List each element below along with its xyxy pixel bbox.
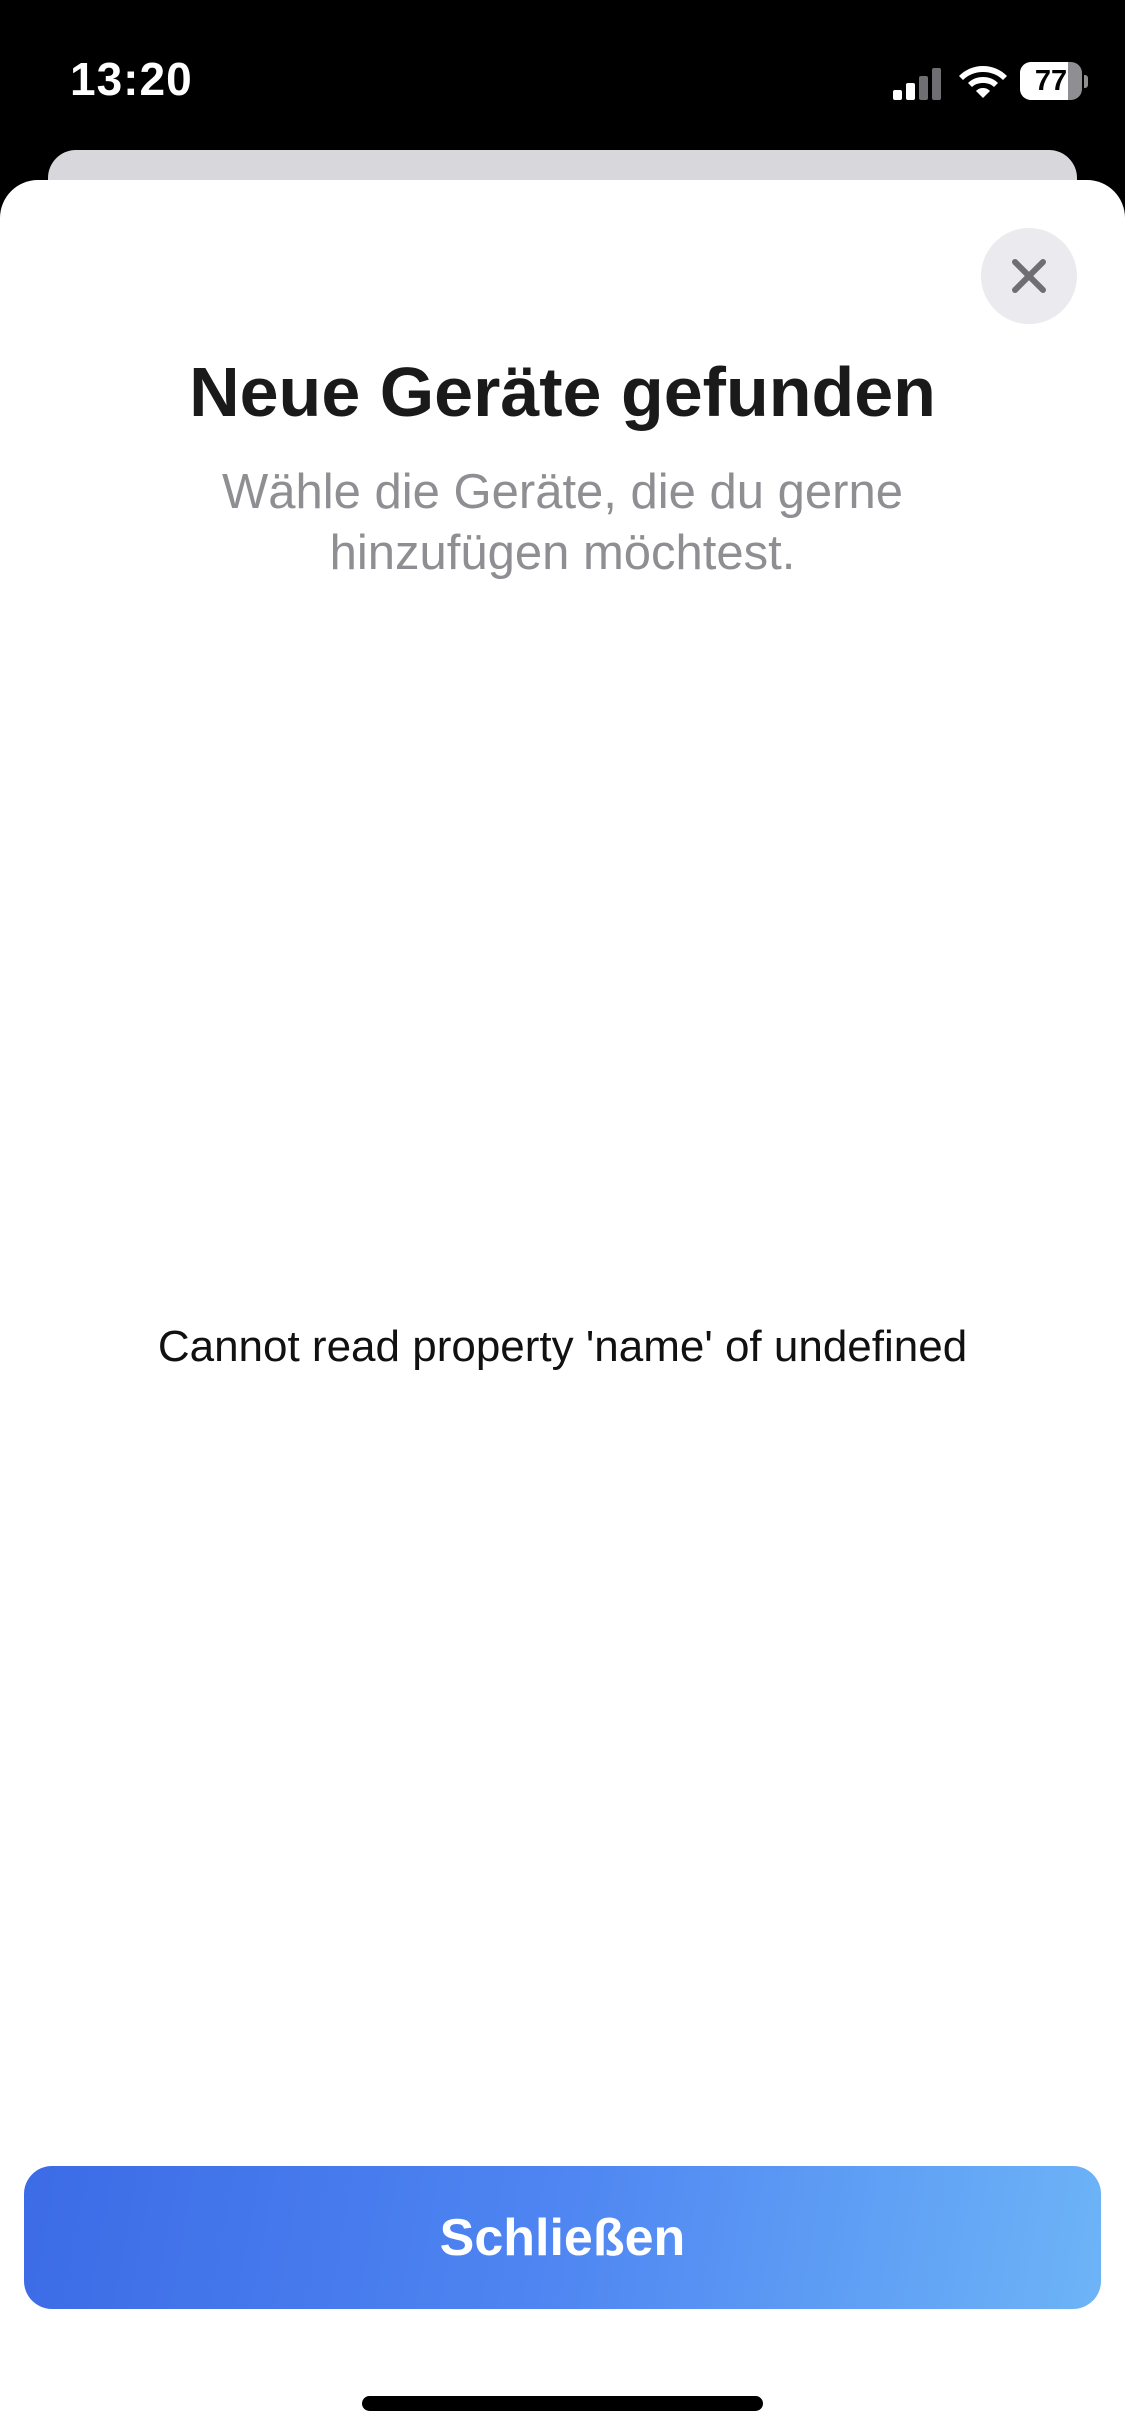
close-sheet-button-label: Schließen	[439, 2208, 686, 2267]
battery-body: 77	[1020, 62, 1082, 100]
status-time: 13:20	[70, 53, 193, 105]
close-icon	[1012, 259, 1046, 293]
battery-level: 77	[1034, 65, 1068, 97]
battery-tip	[1084, 75, 1088, 88]
home-indicator[interactable]	[362, 2396, 763, 2411]
close-sheet-button[interactable]: Schließen	[24, 2166, 1101, 2309]
wifi-icon	[959, 66, 1007, 98]
error-message: Cannot read property 'name' of undefined	[157, 1322, 968, 1371]
sheet-subtitle: Wähle die Geräte, die du gerne hinzufüge…	[222, 465, 903, 580]
cellular-signal-icon	[893, 68, 941, 100]
app-screen: 13:20 77 Neue Geräte gefunden Wähle die …	[0, 0, 1125, 2436]
close-button[interactable]	[981, 228, 1077, 324]
sheet-title: Neue Geräte gefunden	[189, 353, 936, 431]
battery-indicator: 77	[1020, 62, 1088, 102]
